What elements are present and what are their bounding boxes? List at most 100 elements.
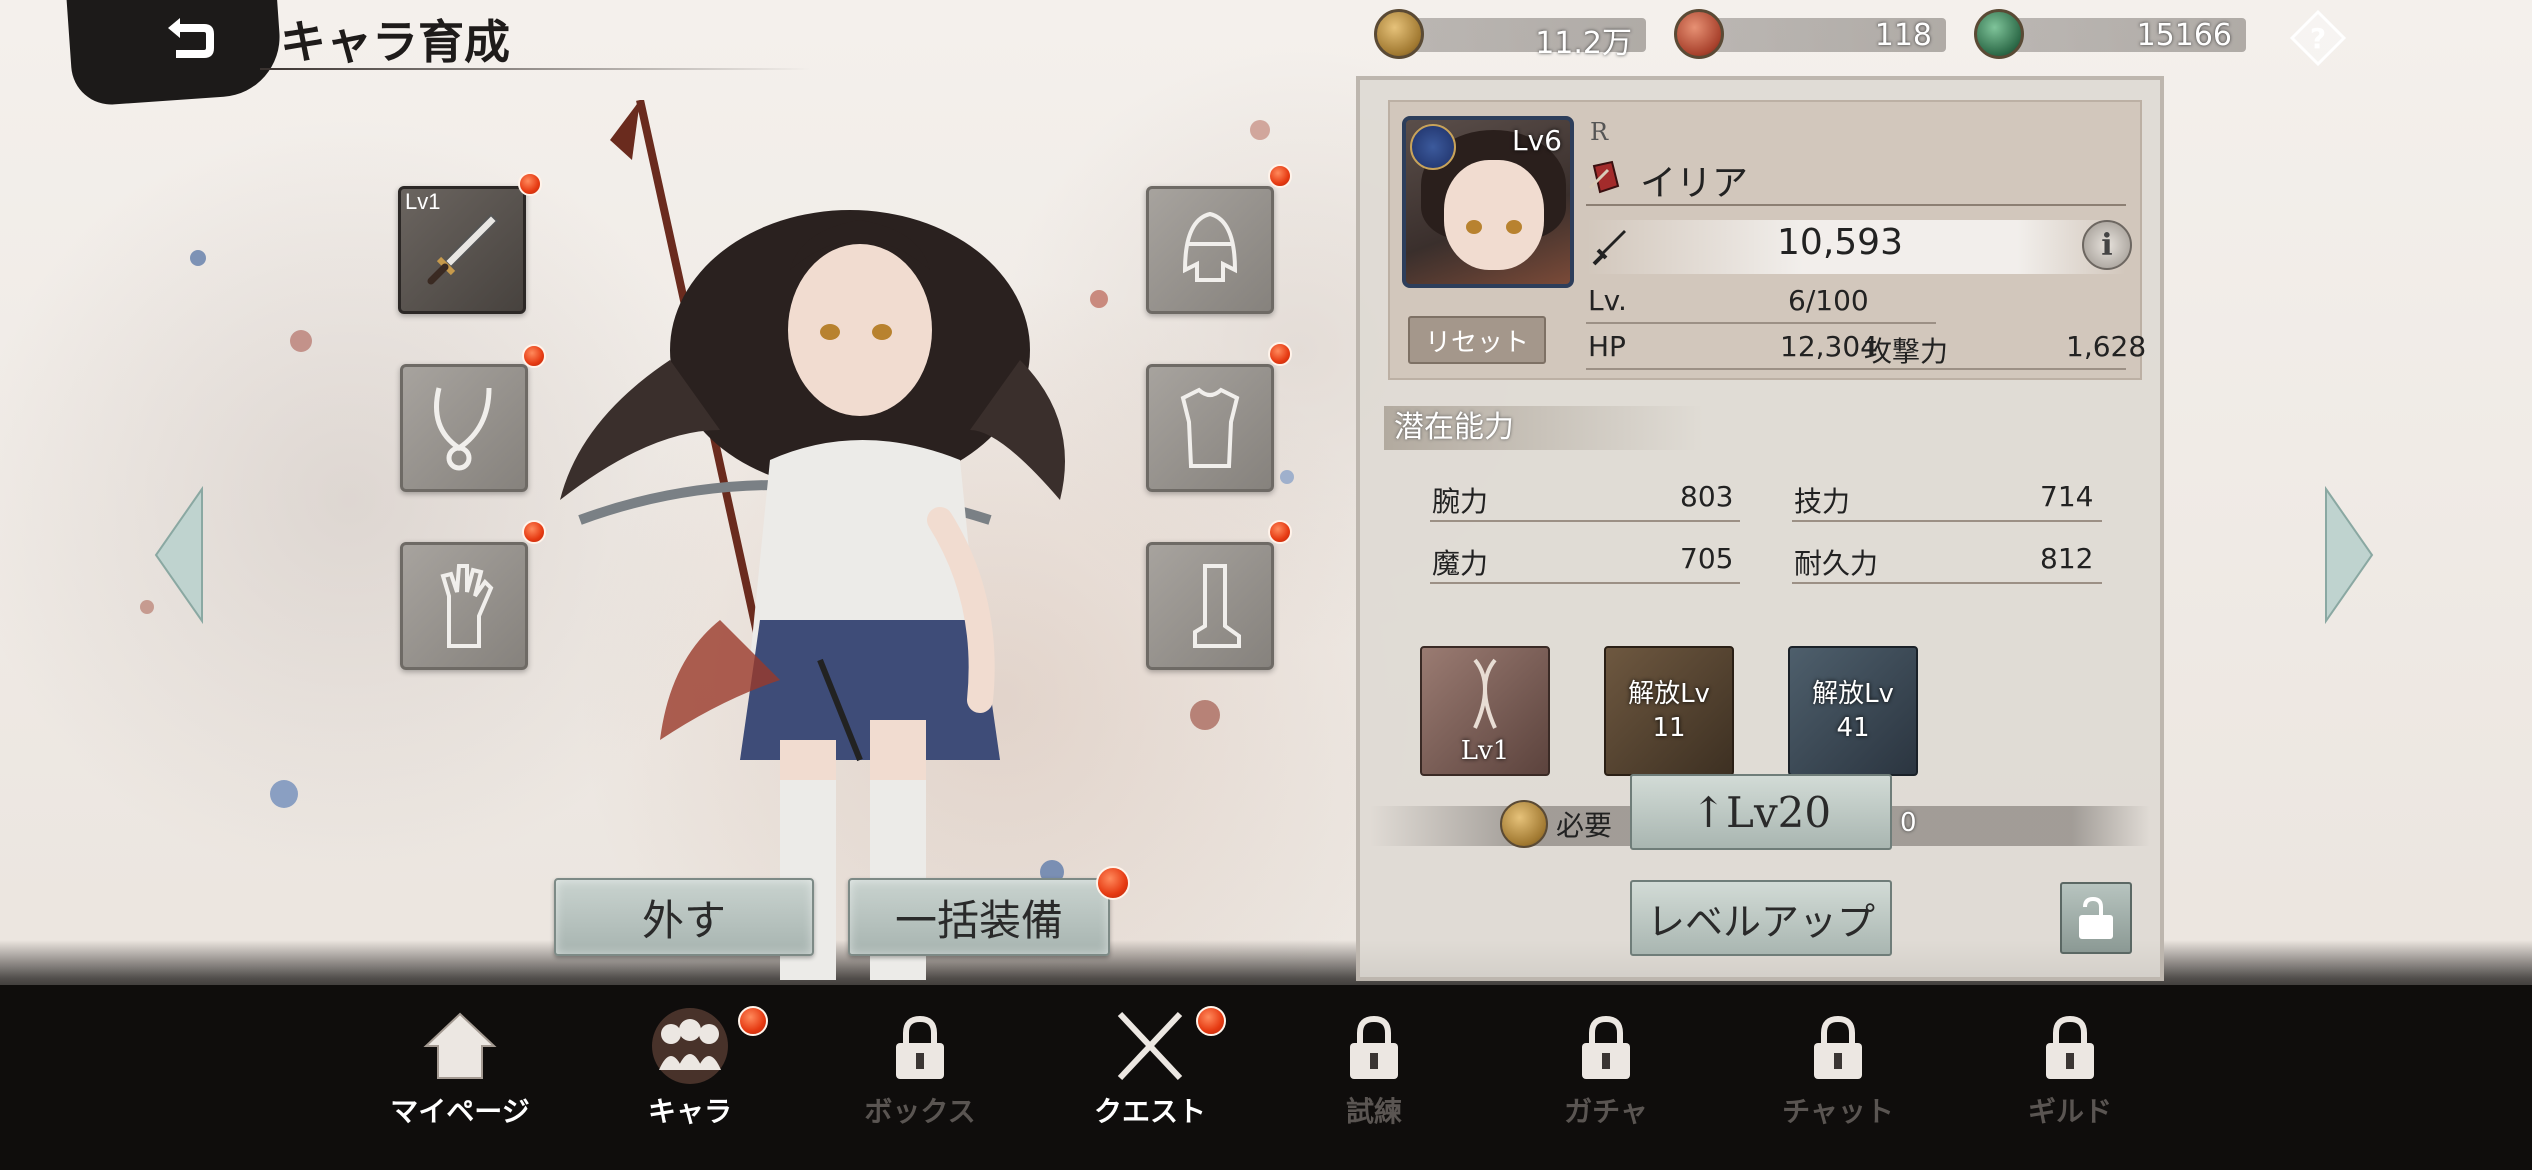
- gold-coin-icon: [1500, 800, 1548, 848]
- ability-slot-locked[interactable]: 解放Lv 41: [1788, 646, 1918, 776]
- class-book-icon: [1588, 160, 1620, 194]
- boot-icon: [1193, 564, 1241, 648]
- divider: [1586, 204, 2126, 206]
- portrait-eye: [1466, 220, 1482, 234]
- portrait-face: [1444, 160, 1544, 270]
- nav-guild[interactable]: ギルド: [1970, 1010, 2170, 1130]
- lock-icon: [1561, 1010, 1651, 1086]
- unlock-level-label: 解放Lv: [1812, 679, 1894, 709]
- unlock-level-label: 解放Lv: [1628, 679, 1710, 709]
- characters-icon: [645, 1006, 735, 1086]
- rarity-label: R: [1590, 118, 1609, 146]
- lock-toggle-button[interactable]: [2060, 882, 2132, 954]
- helmet-slot[interactable]: [1146, 186, 1274, 314]
- gloves-slot[interactable]: [400, 542, 528, 670]
- stat-label: 魔力: [1432, 547, 1489, 580]
- next-character-arrow[interactable]: [2318, 485, 2378, 625]
- combat-power: 10,593: [1777, 222, 1903, 263]
- nav-gacha[interactable]: ガチャ: [1506, 1010, 1706, 1130]
- helmet-icon: [1182, 211, 1238, 282]
- unlock-level-value: 41: [1836, 713, 1870, 743]
- divider: [1430, 520, 1740, 522]
- divider: [1792, 582, 2102, 584]
- reset-button[interactable]: リセット: [1408, 316, 1546, 364]
- paint-splat: [270, 780, 298, 808]
- currency-gold: 11.2万: [1374, 9, 1646, 61]
- accessory-slot[interactable]: [400, 364, 528, 492]
- nav-box[interactable]: ボックス: [820, 1010, 1020, 1130]
- title-underline: [260, 68, 810, 70]
- notification-badge: [1196, 1006, 1226, 1036]
- paint-splat: [190, 250, 206, 266]
- character-portrait[interactable]: Lv6: [1402, 116, 1574, 288]
- currency-amount: 15166: [2136, 18, 2232, 53]
- stat-label: 腕力: [1432, 485, 1489, 518]
- home-icon: [415, 1006, 505, 1086]
- glove-icon: [440, 564, 494, 648]
- nav-label: ボックス: [864, 1095, 976, 1128]
- attack-label: 攻撃力: [1864, 335, 1949, 368]
- hp-label: HP: [1588, 330, 1626, 363]
- currency-amount: 11.2万: [1535, 26, 1632, 61]
- currency-green: 15166: [1974, 9, 2246, 59]
- gold-coin-icon: [1374, 9, 1424, 59]
- armor-slot[interactable]: [1146, 364, 1274, 492]
- notification-badge: [518, 172, 542, 196]
- ability-level: Lv1: [1460, 736, 1510, 766]
- equip-all-button[interactable]: 一括装備: [848, 878, 1110, 956]
- info-button[interactable]: i: [2082, 220, 2132, 270]
- back-arrow-icon: [168, 18, 214, 58]
- notification-badge: [522, 344, 546, 368]
- nav-label: チャット: [1782, 1095, 1894, 1128]
- notification-badge: [1268, 342, 1292, 366]
- level-label: Lv.: [1588, 284, 1627, 317]
- currency-amount: 118: [1874, 18, 1932, 53]
- sword-icon: [427, 213, 499, 285]
- portrait-eye: [1506, 220, 1522, 234]
- element-icon: [1410, 124, 1456, 170]
- divider: [1586, 322, 1936, 324]
- character-status-panel: Lv6 リセット R イリア 10,593 i Lv. 6/100 HP 12,…: [1356, 76, 2164, 981]
- prev-character-arrow[interactable]: [150, 485, 210, 625]
- red-orb-icon: [1674, 9, 1724, 59]
- unlock-level-value: 11: [1652, 713, 1686, 743]
- requirement-value: 0: [1900, 808, 1917, 838]
- requirement-label: 必要: [1556, 809, 1613, 842]
- notification-badge: [738, 1006, 768, 1036]
- lock-icon: [2025, 1010, 2115, 1086]
- nav-mypage[interactable]: マイページ: [360, 1010, 560, 1130]
- stat-label: 耐久力: [1794, 547, 1879, 580]
- armor-icon: [1180, 387, 1240, 468]
- left-arrow-icon: [154, 485, 203, 625]
- weapon-slot[interactable]: Lv1: [398, 186, 526, 314]
- green-orb-icon: [1974, 9, 2024, 59]
- nav-label: 試練: [1345, 1095, 1402, 1128]
- notification-badge: [1268, 164, 1292, 188]
- notification-badge: [522, 520, 546, 544]
- paint-splat: [1090, 290, 1108, 308]
- nav-trial[interactable]: 試練: [1274, 1010, 1474, 1130]
- paint-splat: [1280, 470, 1294, 484]
- level-up-button[interactable]: レベルアップ: [1630, 880, 1892, 956]
- level-target-button[interactable]: ↑Lv20: [1630, 774, 1892, 850]
- nav-chat[interactable]: チャット: [1738, 1010, 1938, 1130]
- stat-label: 技力: [1794, 485, 1851, 518]
- ability-slot[interactable]: Lv1: [1420, 646, 1550, 776]
- lock-icon: [1793, 1010, 1883, 1086]
- paint-splat: [1250, 120, 1270, 140]
- boots-slot[interactable]: [1146, 542, 1274, 670]
- portrait-level: Lv6: [1512, 124, 1562, 157]
- question-diamond-icon: ?: [2289, 9, 2347, 67]
- help-button[interactable]: ?: [2288, 8, 2348, 68]
- nav-label: マイページ: [390, 1095, 530, 1128]
- unequip-button[interactable]: 外す: [554, 878, 814, 956]
- back-button[interactable]: [150, 8, 230, 72]
- ability-slot-locked[interactable]: 解放Lv 11: [1604, 646, 1734, 776]
- info-icon: i: [2101, 227, 2113, 263]
- nav-label: ギルド: [2027, 1095, 2112, 1128]
- svg-text:?: ?: [2310, 22, 2326, 55]
- notification-badge: [1096, 866, 1130, 900]
- notification-badge: [1268, 520, 1292, 544]
- paint-splat: [290, 330, 312, 352]
- stat-value: 812: [2040, 542, 2094, 575]
